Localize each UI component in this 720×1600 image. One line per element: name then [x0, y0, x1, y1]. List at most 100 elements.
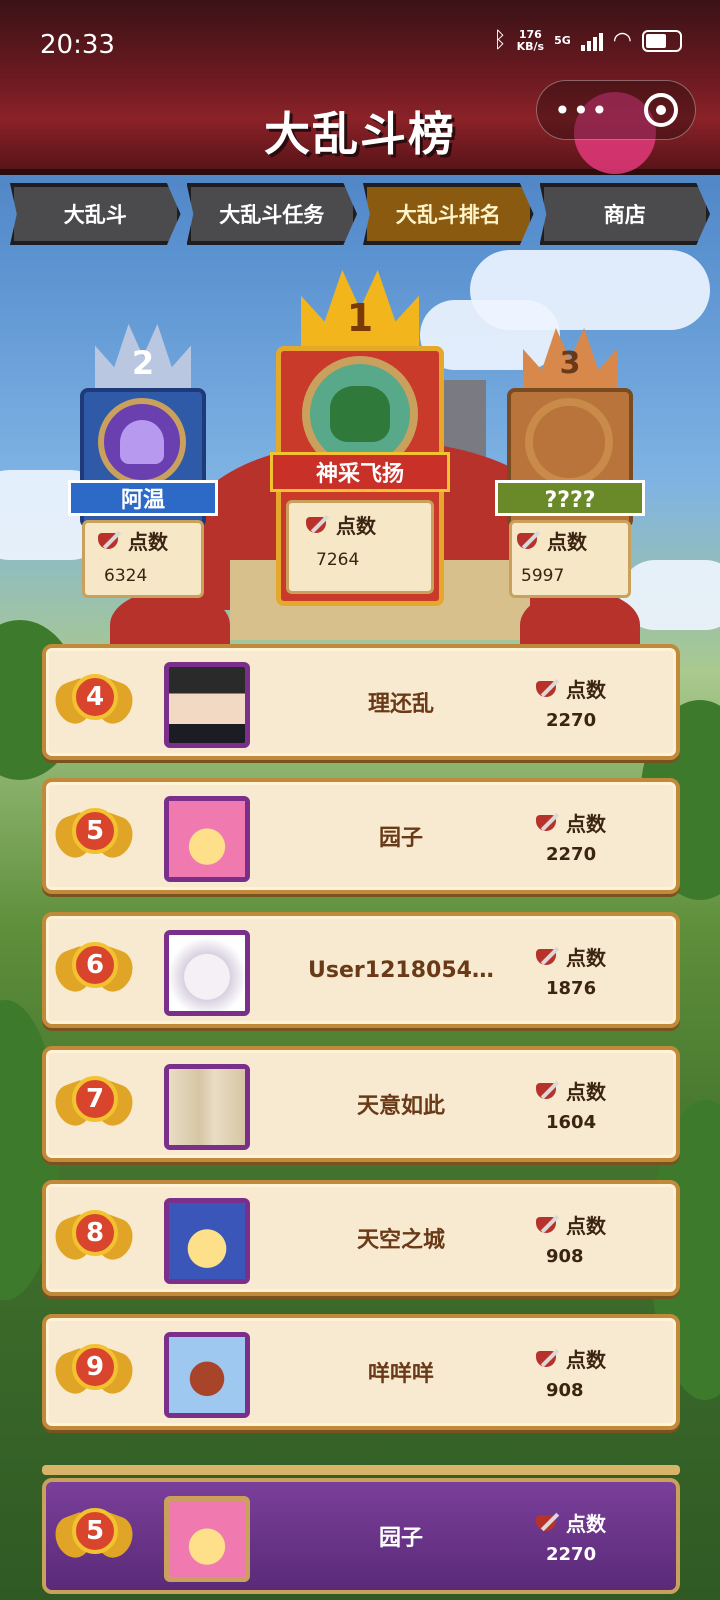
row-points-label: 点数	[534, 1076, 606, 1105]
network-speed: 176 KB/s	[516, 27, 545, 53]
podium-third-rank: 3	[559, 346, 581, 381]
row-points: 2270	[546, 710, 597, 731]
row-name: 园子	[378, 826, 423, 851]
row-avatar	[164, 796, 250, 882]
tab-brawl-tasks[interactable]: 大乱斗任务	[186, 183, 357, 245]
row-points-label: 点数	[534, 808, 606, 837]
ranking-row[interactable]: 9 咩咩咩 点数 908	[42, 1314, 680, 1430]
row-points: 908	[546, 1380, 584, 1401]
tab-shop[interactable]: 商店	[539, 183, 710, 245]
my-avatar	[164, 1496, 250, 1582]
my-name: 园子	[378, 1526, 423, 1551]
swords-icon	[534, 811, 562, 835]
podium-first-points-label: 点数	[304, 510, 376, 539]
row-points-label: 点数	[534, 942, 606, 971]
row-avatar	[164, 662, 250, 748]
row-points: 1604	[546, 1112, 597, 1133]
rank-medal-icon: 5	[49, 1506, 139, 1570]
row-avatar	[164, 1332, 250, 1418]
more-options-icon[interactable]: •••	[554, 94, 610, 127]
status-time: 20:33	[40, 30, 115, 60]
row-points-label: 点数	[534, 1210, 606, 1239]
points-label-text: 点数	[566, 946, 606, 970]
row-rank: 6	[72, 942, 118, 988]
row-avatar	[164, 1064, 250, 1150]
my-points: 2270	[546, 1544, 597, 1565]
tab-brawl-ranking[interactable]: 大乱斗排名	[363, 183, 534, 245]
network-speed-value: 176	[518, 27, 542, 41]
swords-icon	[534, 1347, 562, 1371]
rank-medal-icon: 6	[49, 940, 139, 1004]
row-points-label: 点数	[534, 1344, 606, 1373]
podium-third-points: 5997	[521, 566, 565, 586]
row-rank: 9	[72, 1344, 118, 1390]
rank-medal-icon: 5	[49, 806, 139, 870]
points-label-text: 点数	[566, 678, 606, 702]
points-label-text: 点数	[566, 1512, 606, 1536]
podium-second-rank: 2	[131, 344, 155, 382]
podium-second-points: 6324	[104, 566, 148, 586]
network-speed-unit: KB/s	[516, 39, 545, 53]
row-rank: 8	[72, 1210, 118, 1256]
row-rank: 5	[72, 808, 118, 854]
rank-medal-icon: 4	[49, 672, 139, 736]
podium-second[interactable]: 2 阿温 点数 6324	[68, 320, 218, 600]
row-name: 天意如此	[356, 1094, 445, 1119]
my-rank-divider	[42, 1465, 680, 1475]
row-name: 理还乱	[367, 692, 434, 717]
close-miniprogram-icon[interactable]	[643, 93, 678, 127]
row-points: 1876	[546, 978, 597, 999]
podium-second-points-label: 点数	[96, 526, 168, 555]
swords-icon	[534, 945, 562, 969]
my-points-label: 点数	[534, 1508, 606, 1537]
podium-third-points-label: 点数	[515, 526, 587, 555]
row-rank: 7	[72, 1076, 118, 1122]
podium-third-name: ????	[495, 480, 645, 516]
points-label-text: 点数	[566, 1214, 606, 1238]
row-avatar	[164, 1198, 250, 1284]
points-label-text: 点数	[128, 530, 168, 554]
row-name: 咩咩咩	[367, 1362, 434, 1387]
network-type: 5G	[554, 33, 571, 47]
swords-icon	[515, 529, 543, 553]
rank-medal-icon: 7	[49, 1074, 139, 1138]
tab-brawl[interactable]: 大乱斗	[10, 183, 181, 245]
row-rank: 4	[72, 674, 118, 720]
signal-icon	[580, 31, 603, 51]
podium-first[interactable]: 1 神采飞扬 点数 7264	[260, 270, 460, 610]
miniprogram-capsule: •••	[536, 80, 696, 140]
row-avatar	[164, 930, 250, 1016]
system-icons: ᛒ 176 KB/s 5G ◠	[493, 28, 682, 53]
my-rank-row[interactable]: 5 园子 点数 2270	[42, 1478, 680, 1594]
podium-first-rank: 1	[346, 296, 374, 340]
podium-second-name: 阿温	[68, 480, 218, 516]
points-label-text: 点数	[566, 1348, 606, 1372]
wifi-icon: ◠	[612, 28, 632, 53]
podium-first-name: 神采飞扬	[270, 452, 450, 492]
row-points-label: 点数	[534, 674, 606, 703]
points-label-text: 点数	[566, 812, 606, 836]
ranking-row[interactable]: 7 天意如此 点数 1604	[42, 1046, 680, 1162]
ranking-row[interactable]: 4 理还乱 点数 2270	[42, 644, 680, 760]
swords-icon	[96, 529, 124, 553]
podium-third[interactable]: 3 ???? 点数 5997	[495, 320, 645, 600]
ranking-row[interactable]: 5 园子 点数 2270	[42, 778, 680, 894]
swords-icon	[534, 1079, 562, 1103]
rank-medal-icon: 9	[49, 1342, 139, 1406]
row-points: 908	[546, 1246, 584, 1267]
bluetooth-icon: ᛒ	[493, 28, 507, 53]
points-label-text: 点数	[566, 1080, 606, 1104]
ranking-row[interactable]: 6 User1218054… 点数 1876	[42, 912, 680, 1028]
points-label-text: 点数	[336, 514, 376, 538]
row-points: 2270	[546, 844, 597, 865]
rank-medal-icon: 8	[49, 1208, 139, 1272]
podium-first-points: 7264	[316, 550, 360, 570]
swords-icon	[304, 513, 332, 537]
status-bar: 20:33 ᛒ 176 KB/s 5G ◠	[0, 0, 720, 90]
podium-third-avatar-empty	[525, 398, 613, 486]
swords-icon	[534, 677, 562, 701]
points-label-text: 点数	[547, 530, 587, 554]
ranking-row[interactable]: 8 天空之城 点数 908	[42, 1180, 680, 1296]
swords-icon	[534, 1213, 562, 1237]
row-name: 天空之城	[356, 1228, 445, 1253]
